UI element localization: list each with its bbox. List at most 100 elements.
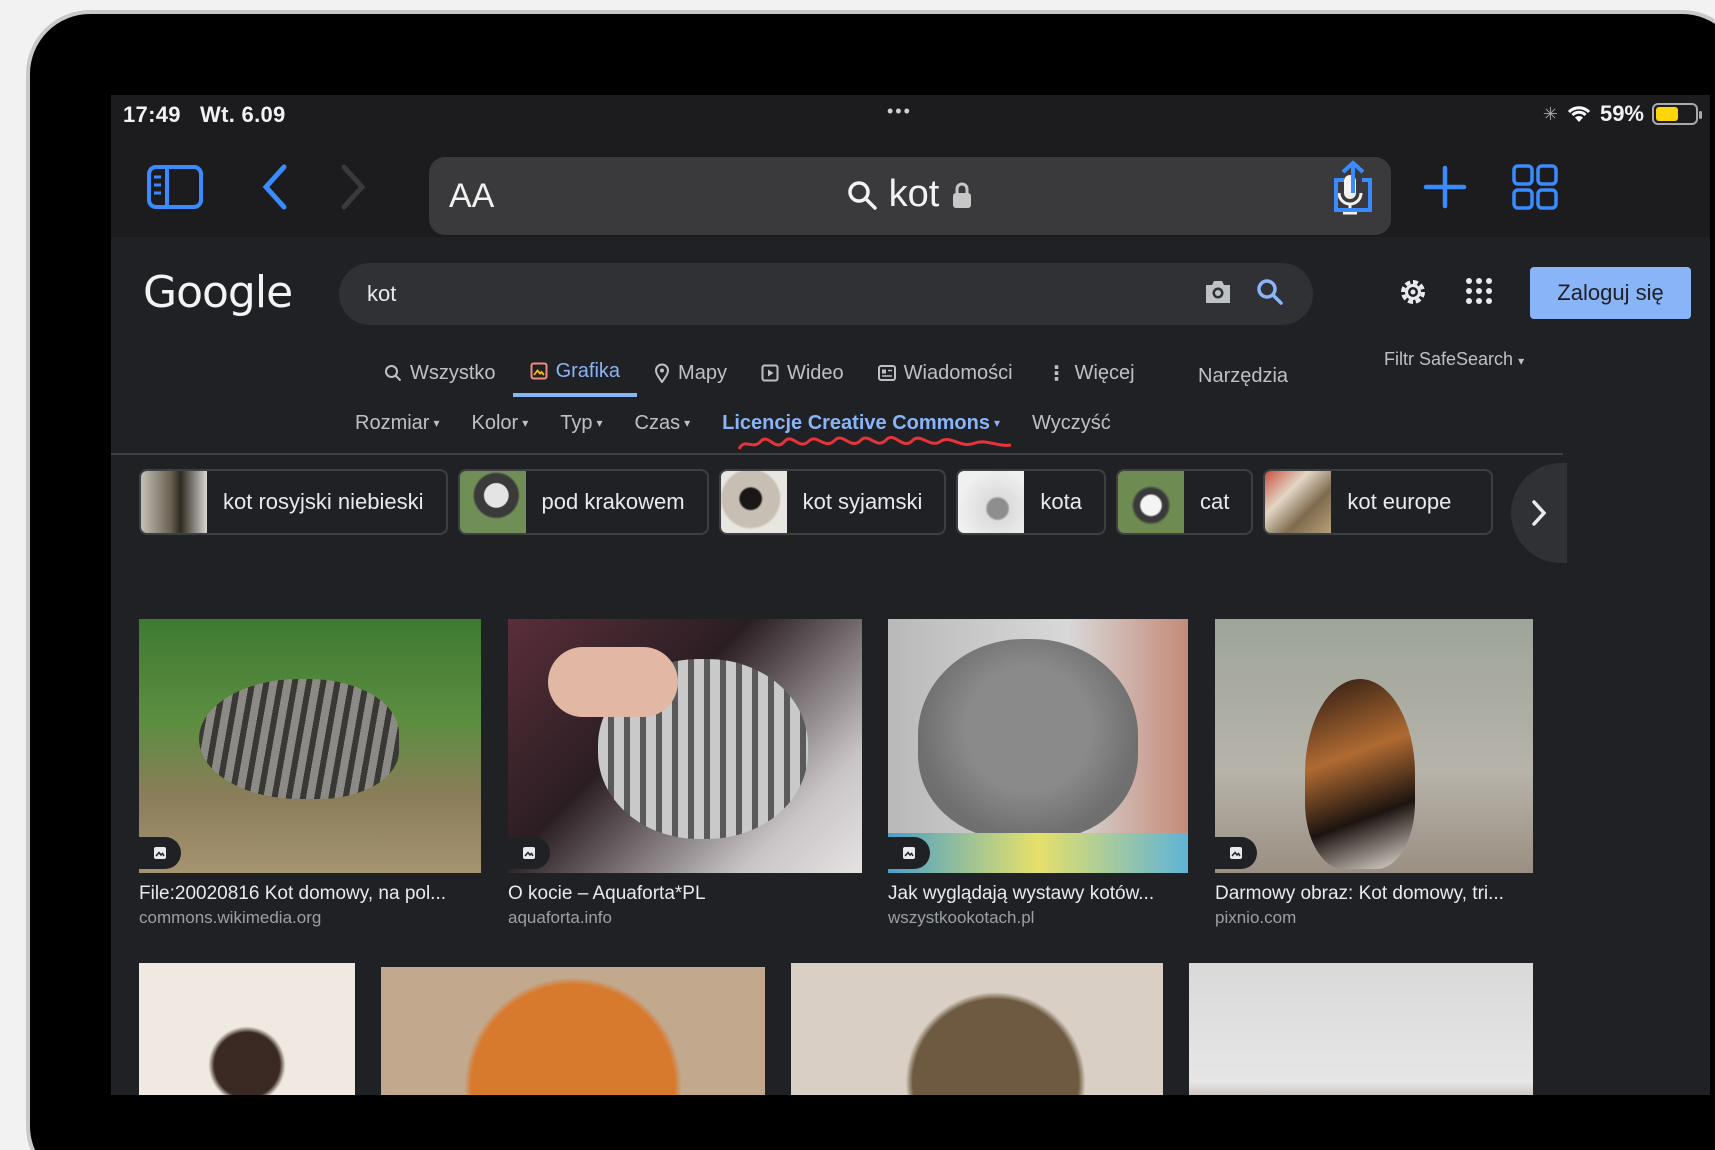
map-pin-icon	[655, 363, 670, 383]
battery-icon	[1652, 103, 1702, 125]
image-thumbnail[interactable]	[139, 963, 355, 1095]
cat-figure	[199, 679, 399, 799]
search-icon[interactable]	[1255, 277, 1285, 312]
tab-maps[interactable]: Mapy	[637, 349, 744, 397]
address-bar[interactable]: AA kot	[429, 157, 1391, 235]
share-icon[interactable]	[1321, 155, 1385, 219]
chip-thumbnail	[459, 471, 526, 533]
image-icon	[1230, 847, 1242, 859]
caret-down-icon: ▾	[596, 416, 603, 430]
image-thumbnail[interactable]	[888, 619, 1188, 873]
multitasking-dots[interactable]: •••	[887, 101, 912, 122]
image-icon	[154, 847, 166, 859]
chip-thumbnail	[141, 471, 207, 533]
image-thumbnail[interactable]	[1215, 619, 1533, 873]
image-type-badge	[1215, 837, 1257, 869]
activity-icon: ✳	[1542, 103, 1558, 124]
tabs-overview-icon[interactable]	[1503, 155, 1567, 219]
forward-icon[interactable]	[321, 155, 385, 219]
image-result[interactable]: Darmowy obraz: Kot domowy, tri... pixnio…	[1215, 619, 1533, 928]
caret-down-icon: ▾	[522, 416, 529, 430]
screen: 17:49 Wt. 6.09 ••• ✳ 59% AA kot Google k…	[111, 95, 1710, 1095]
tab-news[interactable]: Wiadomości	[861, 349, 1030, 397]
search-tabs: Wszystko Grafika Mapy Wideo Wiadomości ⋮…	[367, 349, 1152, 403]
image-title[interactable]: File:20020816 Kot domowy, na pol...	[139, 883, 481, 905]
apps-grid-icon[interactable]	[1465, 277, 1493, 310]
back-icon[interactable]	[243, 155, 307, 219]
image-source[interactable]: wszystkookotach.pl	[888, 908, 1188, 928]
address-text: kot	[888, 173, 940, 215]
divider	[111, 453, 1563, 455]
battery-level	[1656, 107, 1679, 121]
status-indicators: ✳ 59%	[1542, 101, 1702, 127]
sidebar-icon[interactable]	[143, 155, 207, 219]
image-title[interactable]: O kocie – Aquaforta*PL	[508, 883, 862, 905]
google-logo[interactable]: Google	[143, 267, 293, 318]
image-source[interactable]: aquaforta.info	[508, 908, 862, 928]
image-type-badge	[508, 837, 550, 869]
filter-size[interactable]: Rozmiar ▾	[339, 405, 455, 441]
image-result[interactable]: Jak wyglądają wystawy kotów... wszystkoo…	[888, 619, 1188, 928]
chip-kot-europejski[interactable]: kot europe	[1263, 469, 1494, 535]
chip-kot-syjamski[interactable]: kot syjamski	[718, 469, 947, 535]
image-thumbnail[interactable]	[791, 963, 1163, 1095]
sign-in-button[interactable]: Zaloguj się	[1530, 267, 1691, 319]
chip-kota[interactable]: kota	[956, 469, 1106, 535]
filter-time[interactable]: Czas ▾	[619, 405, 707, 441]
chip-thumbnail	[1265, 471, 1332, 533]
play-icon	[761, 364, 779, 382]
search-box[interactable]: kot	[339, 263, 1313, 325]
image-thumbnail[interactable]	[139, 619, 481, 873]
search-input[interactable]: kot	[367, 281, 396, 307]
tab-more[interactable]: ⋮ Więcej	[1030, 349, 1152, 397]
tab-video[interactable]: Wideo	[744, 349, 861, 397]
chip-thumbnail	[958, 471, 1025, 533]
image-source[interactable]: commons.wikimedia.org	[139, 908, 481, 928]
news-icon	[877, 365, 896, 381]
image-title[interactable]: Jak wyglądają wystawy kotów...	[888, 883, 1188, 905]
filter-clear[interactable]: Wyczyść	[1016, 405, 1127, 441]
chip-pod-krakowem[interactable]: pod krakowem	[457, 469, 709, 535]
image-thumbnail[interactable]	[381, 967, 765, 1095]
tab-images[interactable]: Grafika	[512, 349, 638, 397]
new-tab-icon[interactable]	[1413, 155, 1477, 219]
tablet-frame: 17:49 Wt. 6.09 ••• ✳ 59% AA kot Google k…	[26, 10, 1715, 1150]
related-searches: kot rosyjski niebieski pod krakowem kot …	[139, 469, 1494, 535]
image-icon	[530, 362, 548, 380]
image-result[interactable]: File:20020816 Kot domowy, na pol... comm…	[139, 619, 481, 928]
caret-down-icon: ▾	[1518, 354, 1525, 368]
safesearch-toggle[interactable]: Filtr SafeSearch ▾	[1384, 349, 1524, 370]
image-source[interactable]: pixnio.com	[1215, 908, 1533, 928]
blanket	[888, 833, 1188, 873]
hand-figure	[548, 647, 678, 717]
lock-icon	[953, 182, 972, 208]
caret-down-icon: ▾	[433, 416, 440, 430]
chip-kot-rosyjski-niebieski[interactable]: kot rosyjski niebieski	[139, 469, 448, 535]
caret-down-icon: ▾	[993, 416, 1001, 430]
image-thumbnail[interactable]	[508, 619, 862, 873]
cat-figure	[918, 639, 1138, 839]
safari-toolbar: AA kot	[111, 135, 1710, 237]
image-result[interactable]: O kocie – Aquaforta*PL aquaforta.info	[508, 619, 862, 928]
search-icon	[847, 180, 877, 210]
red-underline-annotation	[737, 435, 1012, 450]
cat-figure	[1305, 679, 1415, 869]
wifi-icon	[1567, 106, 1591, 122]
chip-cat[interactable]: cat	[1115, 469, 1254, 535]
gear-icon[interactable]	[1396, 275, 1430, 314]
filter-type[interactable]: Typ ▾	[544, 405, 618, 441]
image-thumbnail[interactable]	[1189, 963, 1533, 1095]
status-time: 17:49 Wt. 6.09	[123, 102, 286, 127]
image-icon	[903, 847, 915, 859]
battery-percent: 59%	[1599, 101, 1644, 126]
tools-button[interactable]: Narzędzia	[1198, 365, 1288, 388]
address-display[interactable]: kot	[429, 173, 1391, 216]
google-images-page: Google kot Zaloguj się Wszystko Grafika …	[111, 237, 1710, 1095]
image-title[interactable]: Darmowy obraz: Kot domowy, tri...	[1215, 883, 1533, 905]
more-vert-icon: ⋮	[1046, 362, 1067, 385]
status-bar: 17:49 Wt. 6.09 ••• ✳ 59%	[111, 95, 1710, 135]
camera-icon[interactable]	[1203, 278, 1233, 311]
filter-color[interactable]: Kolor ▾	[455, 405, 544, 441]
tab-all[interactable]: Wszystko	[367, 349, 513, 397]
chevron-right-icon[interactable]	[1511, 463, 1567, 563]
